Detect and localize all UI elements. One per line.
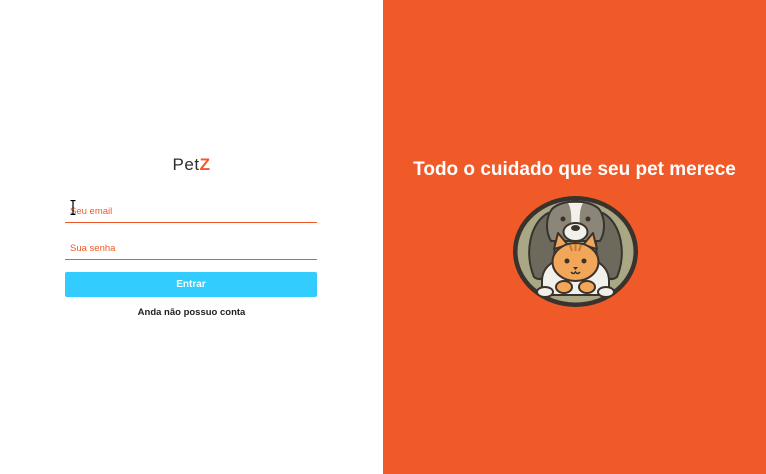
password-input[interactable] [65,238,317,260]
login-panel: PetZ Entrar Anda não possuo conta [0,0,383,474]
logo-text-z: Z [199,155,211,174]
dog-and-cat-icon [513,196,638,307]
login-button[interactable]: Entrar [65,272,317,297]
signup-link[interactable]: Anda não possuo conta [0,307,383,318]
email-input[interactable] [65,201,317,223]
petz-logo: PetZ [0,155,383,175]
text-cursor-icon [70,200,76,215]
logo-text-pet: Pet [172,155,200,174]
hero-tagline: Todo o cuidado que seu pet merece [413,159,736,180]
